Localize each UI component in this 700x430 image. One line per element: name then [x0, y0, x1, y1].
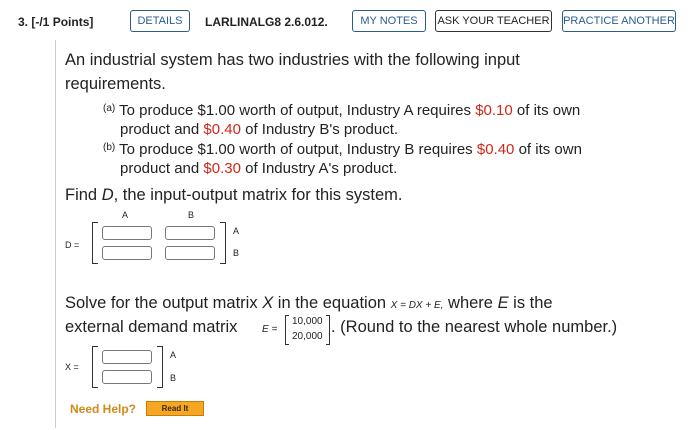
item-b-text-3: product and: [120, 160, 204, 177]
matrix-d-input-bb[interactable]: [165, 246, 215, 260]
item-a-line-2: product and $0.40 of Industry B's produc…: [120, 121, 398, 138]
item-a-value-other: $0.40: [203, 121, 241, 138]
matrix-x-left-bracket: [92, 346, 98, 388]
e-matrix-right-bracket: [326, 315, 330, 345]
matrix-d-col-a: A: [122, 210, 129, 220]
matrix-x-row-b: B: [170, 373, 177, 383]
practice-another-button[interactable]: PRACTICE ANOTHER: [562, 10, 676, 32]
matrix-x-right-bracket: [157, 346, 163, 388]
question-points: [-/1 Points]: [31, 15, 94, 29]
read-it-button[interactable]: Read It: [146, 401, 204, 416]
find-var: D: [101, 186, 114, 204]
matrix-x-input-a[interactable]: [102, 350, 152, 364]
matrix-d-row-b: B: [233, 248, 240, 258]
item-b-marker: (b): [103, 142, 116, 153]
question-number: 3.: [18, 15, 29, 29]
item-a-text-3: product and: [120, 121, 204, 138]
intro-line-1: An industrial system has two industries …: [65, 51, 520, 69]
question-reference: LARLINALG8 2.6.012.: [205, 15, 328, 29]
matrix-d-input-aa[interactable]: [102, 226, 152, 240]
item-b-line-2: product and $0.30 of Industry A's produc…: [120, 160, 397, 177]
matrix-d-input-ab[interactable]: [165, 226, 215, 240]
solve-var-e: E: [497, 294, 509, 312]
question-number-points: 3. [-/1 Points]: [18, 15, 93, 29]
solve-line-1: Solve for the output matrix X in the equ…: [65, 294, 553, 313]
solve-text-2: in the equation: [273, 294, 391, 312]
item-a-text-2: of its own: [512, 102, 581, 119]
item-a-marker: (a): [103, 103, 116, 114]
matrix-d-right-bracket: [220, 222, 226, 264]
matrix-x-input-b[interactable]: [102, 370, 152, 384]
matrix-d-input-ba[interactable]: [102, 246, 152, 260]
e-matrix-value-1: 10,000: [292, 316, 323, 327]
solve-text-4: is the: [508, 294, 553, 312]
solve-text-1: Solve for the output matrix: [65, 294, 263, 312]
need-help-label: Need Help?: [70, 402, 137, 416]
item-a-text-1: To produce $1.00 worth of output, Indust…: [119, 102, 476, 119]
item-b-text-4: of Industry A's product.: [240, 160, 398, 177]
item-a-line-1: (a) To produce $1.00 worth of output, In…: [103, 102, 580, 119]
find-instruction: Find D, the input-output matrix for this…: [65, 186, 402, 205]
matrix-d-row-a: A: [233, 226, 240, 236]
solve-text-3: where: [443, 294, 498, 312]
solve-line-2-pre: external demand matrix: [65, 318, 238, 336]
item-b-text-1: To produce $1.00 worth of output, Indust…: [119, 141, 477, 158]
e-matrix-left-bracket: [285, 315, 289, 345]
e-matrix-value-2: 20,000: [292, 331, 323, 342]
details-button[interactable]: DETAILS: [130, 10, 190, 32]
item-a-text-4: of Industry B's product.: [240, 121, 399, 138]
find-text-1: Find: [65, 186, 102, 204]
matrix-x-label: X =: [65, 362, 79, 372]
ask-your-teacher-button[interactable]: ASK YOUR TEACHER: [435, 10, 552, 32]
item-b-value-other: $0.30: [203, 160, 241, 177]
e-matrix-label: E =: [262, 324, 278, 335]
question-header: 3. [-/1 Points] DETAILS LARLINALG8 2.6.0…: [0, 0, 700, 44]
item-b-value-own: $0.40: [476, 141, 515, 158]
matrix-d-label: D =: [65, 240, 80, 250]
solve-var-x: X: [262, 294, 274, 312]
solve-line-2-post: . (Round to the nearest whole number.): [331, 318, 618, 336]
matrix-x-row-a: A: [170, 350, 177, 360]
item-b-text-2: of its own: [514, 141, 582, 158]
matrix-d-col-b: B: [188, 210, 195, 220]
find-text-2: , the input-output matrix for this syste…: [113, 186, 403, 204]
item-b-line-1: (b) To produce $1.00 worth of output, In…: [103, 141, 582, 158]
my-notes-button[interactable]: MY NOTES: [352, 10, 426, 32]
solve-equation: X = DX + E,: [390, 300, 444, 311]
intro-line-2: requirements.: [65, 75, 166, 93]
matrix-d-left-bracket: [92, 222, 98, 264]
item-a-value-own: $0.10: [475, 102, 513, 119]
